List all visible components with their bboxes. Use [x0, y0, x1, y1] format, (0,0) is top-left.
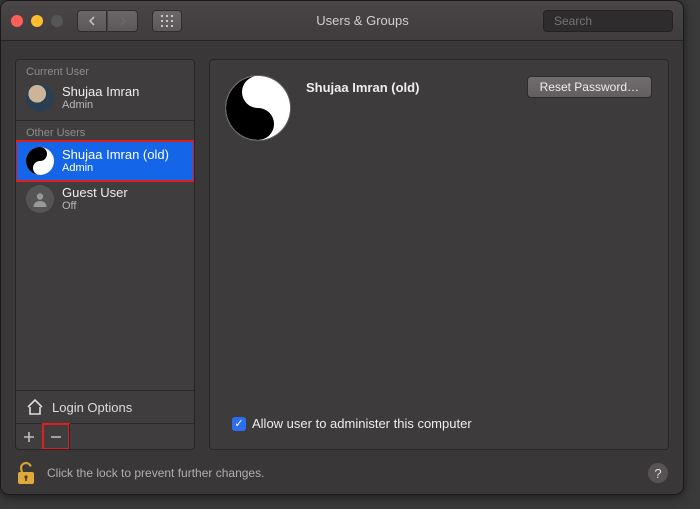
traffic-lights: [11, 15, 63, 27]
current-user-header: Current User: [16, 60, 194, 80]
selected-user-name: Shujaa Imran (old): [306, 76, 511, 95]
current-user-row[interactable]: Shujaa Imran Admin: [16, 80, 194, 120]
user-role: Admin: [62, 162, 169, 174]
user-name: Shujaa Imran: [62, 85, 139, 99]
plus-icon: [23, 431, 35, 443]
user-detail-panel: Shujaa Imran (old) Reset Password… ✓ All…: [209, 59, 669, 450]
avatar: [26, 185, 54, 213]
remove-user-button[interactable]: [43, 424, 69, 449]
lock-footer: Click the lock to prevent further change…: [15, 460, 669, 486]
user-avatar-large[interactable]: [226, 76, 290, 140]
add-user-button[interactable]: [16, 424, 42, 449]
maximize-window-button: [51, 15, 63, 27]
users-sidebar: Current User Shujaa Imran Admin Other Us…: [15, 59, 195, 450]
unlocked-lock-icon[interactable]: [15, 460, 37, 486]
other-user-row[interactable]: Guest User Off: [16, 181, 194, 221]
back-button[interactable]: [77, 10, 107, 32]
window-title: Users & Groups: [182, 13, 543, 28]
user-role: Admin: [62, 99, 139, 111]
titlebar: Users & Groups: [1, 1, 683, 41]
minus-icon: [50, 431, 62, 443]
lock-text: Click the lock to prevent further change…: [47, 466, 264, 480]
reset-password-button[interactable]: Reset Password…: [527, 76, 652, 98]
user-name: Guest User: [62, 186, 128, 200]
help-button[interactable]: ?: [647, 462, 669, 484]
admin-checkbox-label: Allow user to administer this computer: [252, 416, 472, 431]
checkbox-checked-icon[interactable]: ✓: [232, 417, 246, 431]
close-window-button[interactable]: [11, 15, 23, 27]
login-options-label: Login Options: [52, 400, 132, 415]
admin-checkbox-row[interactable]: ✓ Allow user to administer this computer: [232, 416, 472, 431]
other-user-row-selected[interactable]: Shujaa Imran (old) Admin: [16, 141, 194, 181]
preferences-window: Users & Groups Current User Shujaa Imran…: [0, 0, 684, 495]
forward-button[interactable]: [108, 10, 138, 32]
login-options-row[interactable]: Login Options: [16, 390, 194, 423]
add-remove-row: [16, 423, 194, 449]
person-icon: [31, 190, 49, 208]
avatar: [26, 147, 54, 175]
grid-view-button[interactable]: [152, 10, 182, 32]
search-field[interactable]: [543, 10, 673, 32]
home-icon: [26, 399, 44, 415]
avatar: [26, 84, 54, 112]
user-name: Shujaa Imran (old): [62, 148, 169, 162]
search-input[interactable]: [554, 14, 684, 28]
user-role: Off: [62, 200, 128, 212]
minimize-window-button[interactable]: [31, 15, 43, 27]
other-users-header: Other Users: [16, 121, 194, 141]
